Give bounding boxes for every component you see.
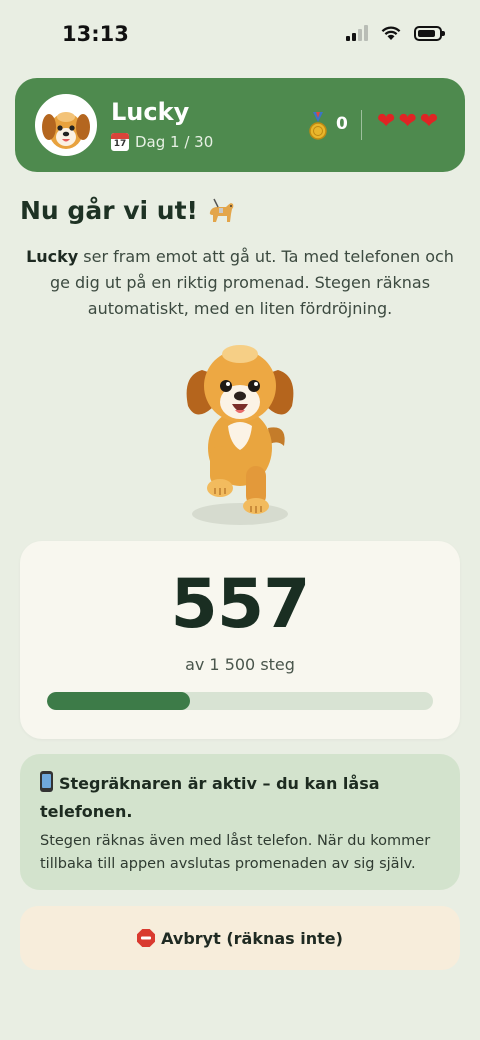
steps-card: 557 av 1 500 steg — [20, 541, 460, 739]
pet-header-card: Lucky 17 Dag 1 / 30 0 ❤ ❤ ❤ — [15, 78, 465, 172]
info-title: Stegräknaren är aktiv – du kan låsa tele… — [40, 770, 440, 826]
heart-icon: ❤ — [398, 109, 417, 134]
stop-sign-icon — [137, 929, 156, 947]
guide-dog-icon — [209, 198, 234, 222]
status-icons — [346, 25, 445, 41]
day-label: Dag 1 / 30 — [135, 133, 214, 151]
info-body: Stegen räknas även med låst telefon. När… — [40, 833, 431, 872]
header-divider — [361, 110, 362, 140]
phone-icon — [40, 771, 53, 792]
steps-goal: av 1 500 steg — [185, 655, 295, 674]
status-bar: 13:13 — [0, 0, 480, 72]
status-time: 13:13 — [62, 22, 129, 46]
steps-progress-bar — [47, 692, 433, 710]
pet-avatar[interactable] — [35, 94, 97, 156]
pedometer-info-card: Stegräknaren är aktiv – du kan låsa tele… — [20, 754, 460, 890]
steps-count: 557 — [170, 565, 311, 644]
walk-description: Lucky ser fram emot att gå ut. Ta med te… — [26, 247, 454, 318]
medal-count: 0 — [336, 114, 348, 134]
cancel-walk-button[interactable]: Avbryt (räknas inte) — [20, 906, 460, 970]
page-title: Nu går vi ut! — [20, 196, 236, 225]
cancel-walk-label: Avbryt (räknas inte) — [161, 928, 343, 948]
wifi-icon — [381, 26, 401, 40]
dog-face-icon — [38, 97, 94, 153]
battery-icon — [414, 25, 445, 41]
medal-icon — [309, 112, 327, 140]
lives-hearts: ❤ ❤ ❤ — [377, 109, 438, 134]
signal-icon — [346, 25, 368, 41]
day-counter: 17 Dag 1 / 30 — [111, 133, 213, 151]
steps-progress-fill — [47, 692, 190, 710]
dog-illustration — [186, 345, 294, 525]
pet-name: Lucky — [111, 98, 190, 126]
calendar-icon: 17 — [111, 133, 129, 151]
heart-icon: ❤ — [419, 109, 439, 134]
heart-icon: ❤ — [377, 109, 396, 134]
